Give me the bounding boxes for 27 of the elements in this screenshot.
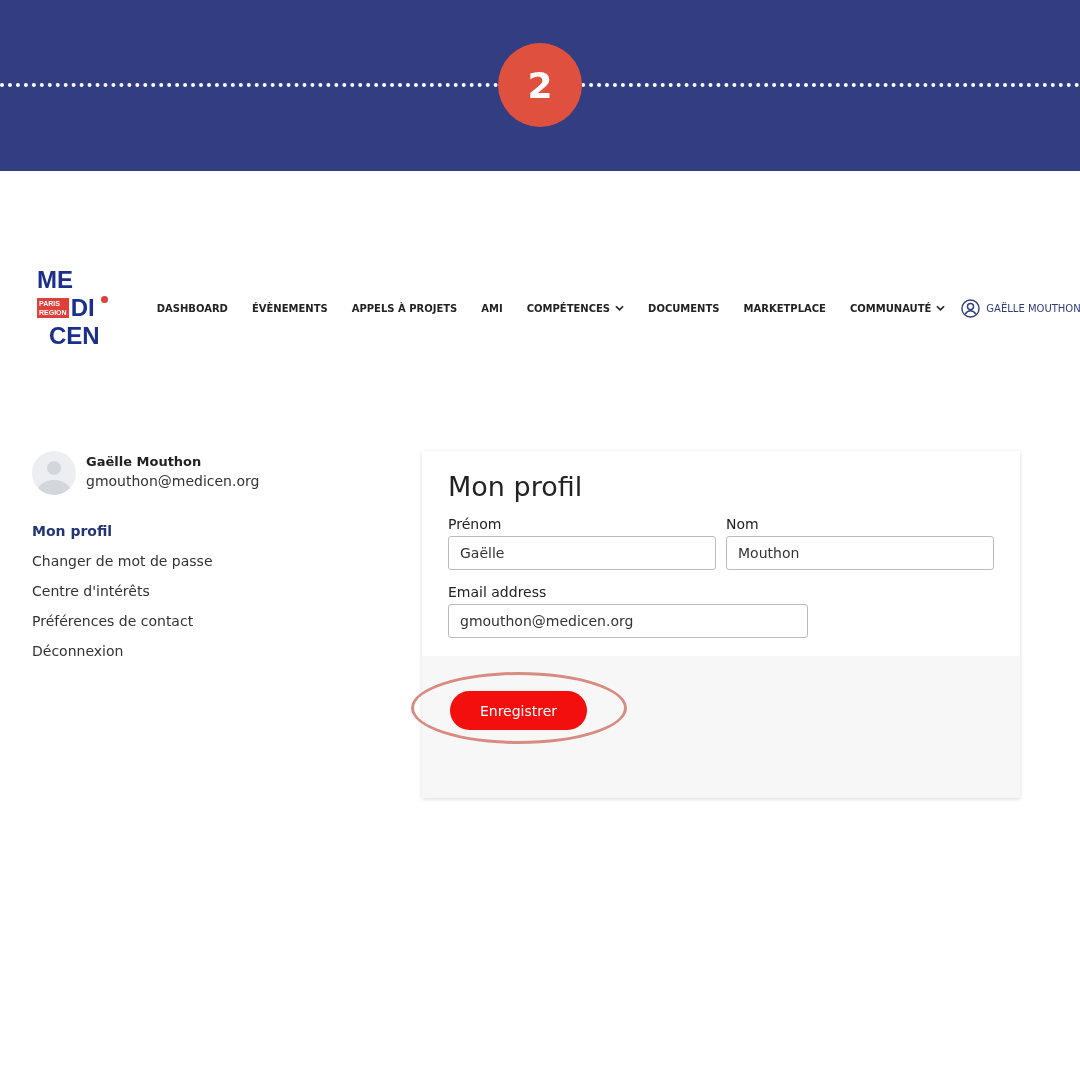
sidebar-link[interactable]: Centre d'intérêts bbox=[32, 583, 422, 599]
user-menu-link[interactable]: GAËLLE MOUTHON bbox=[961, 298, 1080, 318]
nav-link[interactable]: APPELS À PROJETS bbox=[351, 302, 458, 314]
nav-link[interactable]: MARKETPLACE bbox=[743, 302, 826, 314]
sidebar-link[interactable]: Mon profil bbox=[32, 523, 422, 539]
input-field[interactable]: gmouthon@medicen.org bbox=[448, 604, 808, 638]
form-title: Mon profil bbox=[448, 471, 584, 502]
input-field[interactable]: Gaëlle bbox=[448, 536, 716, 570]
field-label: Email address bbox=[448, 584, 548, 600]
user-icon bbox=[961, 298, 981, 318]
field-label: Prénom bbox=[448, 516, 503, 532]
field-label: Nom bbox=[726, 516, 760, 532]
nav-link[interactable]: AMI bbox=[481, 302, 503, 314]
step-number: 2 bbox=[498, 43, 582, 127]
save-button[interactable]: Enregistrer bbox=[450, 691, 587, 730]
input-field[interactable]: Mouthon bbox=[726, 536, 994, 570]
nav-link[interactable]: COMPÉTENCES bbox=[526, 302, 625, 314]
nav-link[interactable]: DOCUMENTS bbox=[648, 302, 720, 314]
sidebar-link[interactable]: Changer de mot de passe bbox=[32, 553, 422, 569]
user-email: gmouthon@medicen.org bbox=[86, 473, 260, 489]
user-name: Gaëlle Mouthon bbox=[86, 454, 203, 469]
nav-link[interactable]: DASHBOARD bbox=[156, 302, 228, 314]
sidebar-link[interactable]: Déconnexion bbox=[32, 643, 422, 659]
nav-link[interactable]: ÉVÈNEMENTS bbox=[251, 302, 328, 314]
nav-link[interactable]: COMMUNAUTÉ bbox=[849, 302, 946, 314]
avatar bbox=[32, 451, 76, 495]
sidebar-link[interactable]: Préférences de contact bbox=[32, 613, 422, 629]
